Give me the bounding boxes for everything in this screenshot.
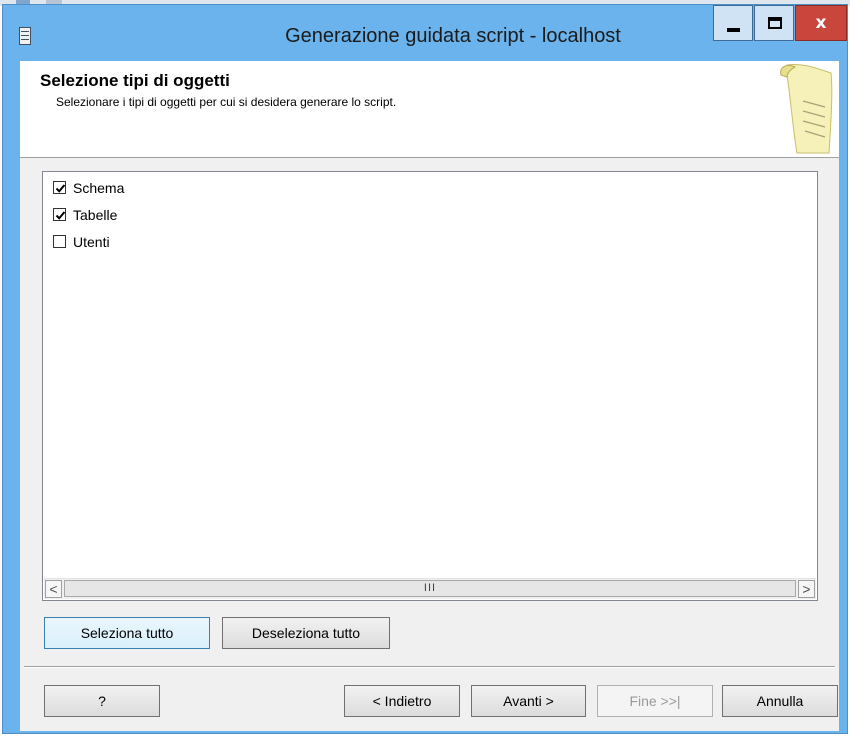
utenti-checkbox[interactable] xyxy=(53,235,66,248)
schema-checkbox[interactable] xyxy=(53,181,66,194)
next-button[interactable]: Avanti > xyxy=(471,685,586,717)
footer-divider xyxy=(24,666,835,668)
checkmark-icon xyxy=(55,211,66,220)
title-bar[interactable]: Generazione guidata script - localhost x xyxy=(3,5,847,61)
back-button[interactable]: < Indietro xyxy=(344,685,460,717)
grip-icon: III xyxy=(423,582,437,594)
close-button[interactable]: x xyxy=(795,5,847,41)
wizard-window: Generazione guidata script - localhost x… xyxy=(2,4,848,734)
page-title: Selezione tipi di oggetti xyxy=(40,71,230,90)
tabelle-label: Tabelle xyxy=(73,207,118,223)
object-types-list[interactable]: Schema Tabelle Utenti < III > xyxy=(42,171,818,601)
app-icon[interactable] xyxy=(19,27,31,45)
window-title: Generazione guidata script - localhost xyxy=(285,25,621,47)
wizard-page: Selezione tipi di oggetti Selezionare i … xyxy=(20,61,839,731)
schema-label: Schema xyxy=(73,180,125,196)
tabelle-checkbox[interactable] xyxy=(53,208,66,221)
select-all-button[interactable]: Seleziona tutto xyxy=(44,617,210,649)
page-header: Selezione tipi di oggetti Selezionare i … xyxy=(20,61,839,158)
minimize-button[interactable] xyxy=(713,5,753,41)
utenti-label: Utenti xyxy=(73,234,110,250)
maximize-icon xyxy=(768,17,782,29)
scroll-right-button[interactable]: > xyxy=(798,580,815,598)
cancel-button[interactable]: Annulla xyxy=(722,685,838,717)
minimize-icon xyxy=(727,28,740,32)
checkmark-icon xyxy=(55,184,66,193)
script-scroll-icon xyxy=(780,64,833,154)
scrollbar-thumb[interactable]: III xyxy=(64,580,796,597)
deselect-all-button[interactable]: Deseleziona tutto xyxy=(222,617,390,649)
page-subtitle: Selezionare i tipi di oggetti per cui si… xyxy=(56,95,397,109)
horizontal-scrollbar[interactable]: < III > xyxy=(44,578,816,599)
maximize-button[interactable] xyxy=(754,5,794,41)
close-icon: x xyxy=(815,13,827,33)
help-button[interactable]: ? xyxy=(44,685,160,717)
finish-button[interactable]: Fine >>| xyxy=(597,685,713,717)
scroll-left-button[interactable]: < xyxy=(45,580,62,598)
